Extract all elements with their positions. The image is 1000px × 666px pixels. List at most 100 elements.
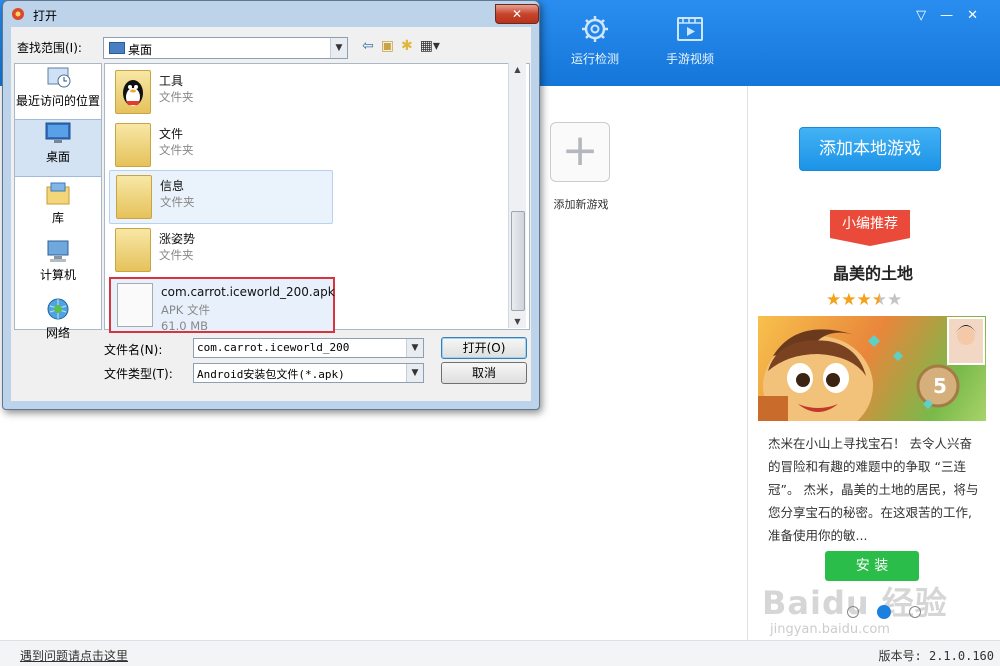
file-type-value: Android安装包文件(*.apk): [197, 368, 345, 381]
file-list-scrollbar[interactable]: ▲ ▼: [508, 63, 526, 328]
place-label: 网络: [45, 326, 70, 340]
look-in-label: 查找范围(I):: [17, 41, 82, 55]
place-label: 桌面: [45, 150, 70, 164]
desktop-icon: [109, 42, 125, 54]
place-item[interactable]: 最近访问的位置: [15, 64, 101, 118]
rating-stars: ★★★★★: [826, 290, 902, 310]
chevron-down-icon[interactable]: ▼: [406, 364, 423, 382]
file-name-input[interactable]: com.carrot.iceworld_200 ▼: [193, 338, 424, 358]
recent-places-icon: [44, 64, 72, 90]
chevron-down-icon[interactable]: ▼: [406, 339, 423, 357]
carousel-indicator: [838, 604, 930, 619]
close-icon[interactable]: ✕: [967, 8, 992, 23]
game-banner-image[interactable]: 5: [758, 316, 986, 421]
file-item[interactable]: 文件 文件夹: [109, 119, 331, 171]
game-character-art: 5: [758, 317, 985, 421]
file-type: 文件夹: [160, 195, 195, 209]
scroll-up-icon[interactable]: ▲: [509, 65, 526, 74]
file-name: 信息: [160, 179, 185, 193]
file-name-value: com.carrot.iceworld_200: [197, 341, 350, 354]
add-game-button[interactable]: +: [550, 122, 610, 182]
desktop-icon: [44, 120, 72, 146]
close-icon: ✕: [511, 7, 523, 21]
tab-run-check[interactable]: 运行检测: [555, 14, 635, 67]
scroll-down-icon[interactable]: ▼: [509, 317, 526, 326]
star-icon: ★: [841, 290, 857, 310]
place-label: 库: [51, 211, 64, 225]
look-in-value: 桌面: [128, 43, 153, 57]
place-item[interactable]: 网络: [15, 296, 101, 340]
place-label: 计算机: [39, 268, 76, 282]
video-icon: [677, 17, 703, 41]
file-item[interactable]: 涨姿势 文件夹: [109, 224, 331, 276]
tab-game-video-label: 手游视频: [665, 52, 714, 66]
dialog-close-button[interactable]: ✕: [495, 4, 539, 24]
window-controls[interactable]: ▽—✕: [916, 8, 992, 23]
file-type: 文件夹: [159, 90, 194, 104]
file-type-select[interactable]: Android安装包文件(*.apk) ▼: [193, 363, 424, 383]
watermark-url: jingyan.baidu.com: [770, 622, 890, 637]
install-button[interactable]: 安 装: [825, 551, 919, 581]
tab-game-video[interactable]: 手游视频: [650, 14, 730, 67]
dialog-toolbar: ⇦ ▣ ✱ ▦▾: [362, 38, 447, 54]
tab-run-check-label: 运行检测: [570, 52, 619, 66]
carousel-dot[interactable]: [909, 605, 921, 618]
minimize-icon[interactable]: —: [940, 8, 967, 23]
app-icon: [12, 8, 24, 20]
add-local-game-button[interactable]: 添加本地游戏: [799, 127, 941, 171]
scrollbar-thumb[interactable]: [511, 211, 525, 311]
file-item[interactable]: com.carrot.iceworld_200.apk APK 文件 61.0 MB: [109, 277, 335, 333]
file-type: 文件夹: [159, 248, 194, 262]
place-item[interactable]: 桌面: [15, 119, 101, 177]
game-description: 杰米在小山上寻找宝石！ 去令人兴奋的冒险和有趣的难题中的争取 “三连冠”。 杰米…: [768, 436, 979, 543]
star-icon: ★: [856, 290, 872, 310]
view-menu-icon[interactable]: ▦▾: [420, 38, 440, 54]
back-arrow-icon[interactable]: ⇦: [362, 38, 374, 54]
cancel-button[interactable]: 取消: [441, 362, 527, 384]
file-item[interactable]: 信息 文件夹: [109, 170, 333, 224]
chevron-down-icon[interactable]: ▼: [330, 38, 347, 58]
menu-dropdown-icon[interactable]: ▽: [916, 8, 940, 23]
file-name: 工具: [159, 74, 184, 88]
apk-file-icon: [117, 283, 153, 327]
recommend-badge: 小编推荐: [830, 210, 910, 246]
open-button[interactable]: 打开(O): [441, 337, 527, 359]
place-label: 最近访问的位置: [15, 94, 100, 108]
carousel-dot[interactable]: [877, 604, 891, 619]
file-name: 涨姿势: [159, 232, 196, 246]
look-in-dropdown[interactable]: 桌面 ▼: [103, 37, 348, 59]
file-type: APK 文件: [161, 303, 210, 317]
file-item[interactable]: 工具 文件夹: [109, 66, 331, 118]
svg-text:5: 5: [933, 374, 947, 398]
star-icon: ★: [826, 290, 842, 310]
places-bar: 最近访问的位置 桌面库计算机网络: [14, 63, 102, 340]
new-folder-icon[interactable]: ✱: [401, 38, 413, 54]
gear-icon: [582, 16, 608, 42]
help-link[interactable]: 遇到问题请点击这里: [20, 647, 128, 664]
folder-icon: [115, 123, 151, 167]
dialog-titlebar[interactable]: 打开 ✕: [7, 3, 539, 25]
file-type-label: 文件类型(T):: [104, 367, 173, 381]
folder-icon: [116, 175, 152, 219]
file-type: 文件夹: [159, 143, 194, 157]
star-icon: ★: [871, 290, 887, 310]
game-title[interactable]: 晶美的土地: [758, 260, 988, 284]
file-name: 文件: [159, 127, 184, 141]
file-name: com.carrot.iceworld_200.apk: [161, 285, 335, 299]
computer-icon: [44, 238, 72, 264]
version-label: 版本号: 2.1.0.160: [878, 649, 994, 663]
folder-icon: [115, 228, 151, 272]
add-game-label: 添加新游戏: [553, 198, 609, 211]
dialog-title: 打开: [33, 9, 58, 23]
network-icon: [44, 296, 72, 322]
star-icon: ★: [887, 290, 903, 310]
qq-folder-icon: [115, 70, 151, 114]
place-item[interactable]: 库: [15, 181, 101, 233]
file-list[interactable]: 工具 文件夹 文件 文件夹 信息 文件夹 涨姿势 文件夹 com.carrot.iceworld…: [104, 63, 530, 333]
carousel-dot[interactable]: [847, 605, 859, 618]
file-name-label: 文件名(N):: [104, 343, 163, 357]
up-folder-icon[interactable]: ▣: [381, 38, 394, 54]
file-size: 61.0 MB: [161, 319, 209, 333]
plus-icon: +: [561, 125, 599, 176]
place-item[interactable]: 计算机: [15, 238, 101, 292]
